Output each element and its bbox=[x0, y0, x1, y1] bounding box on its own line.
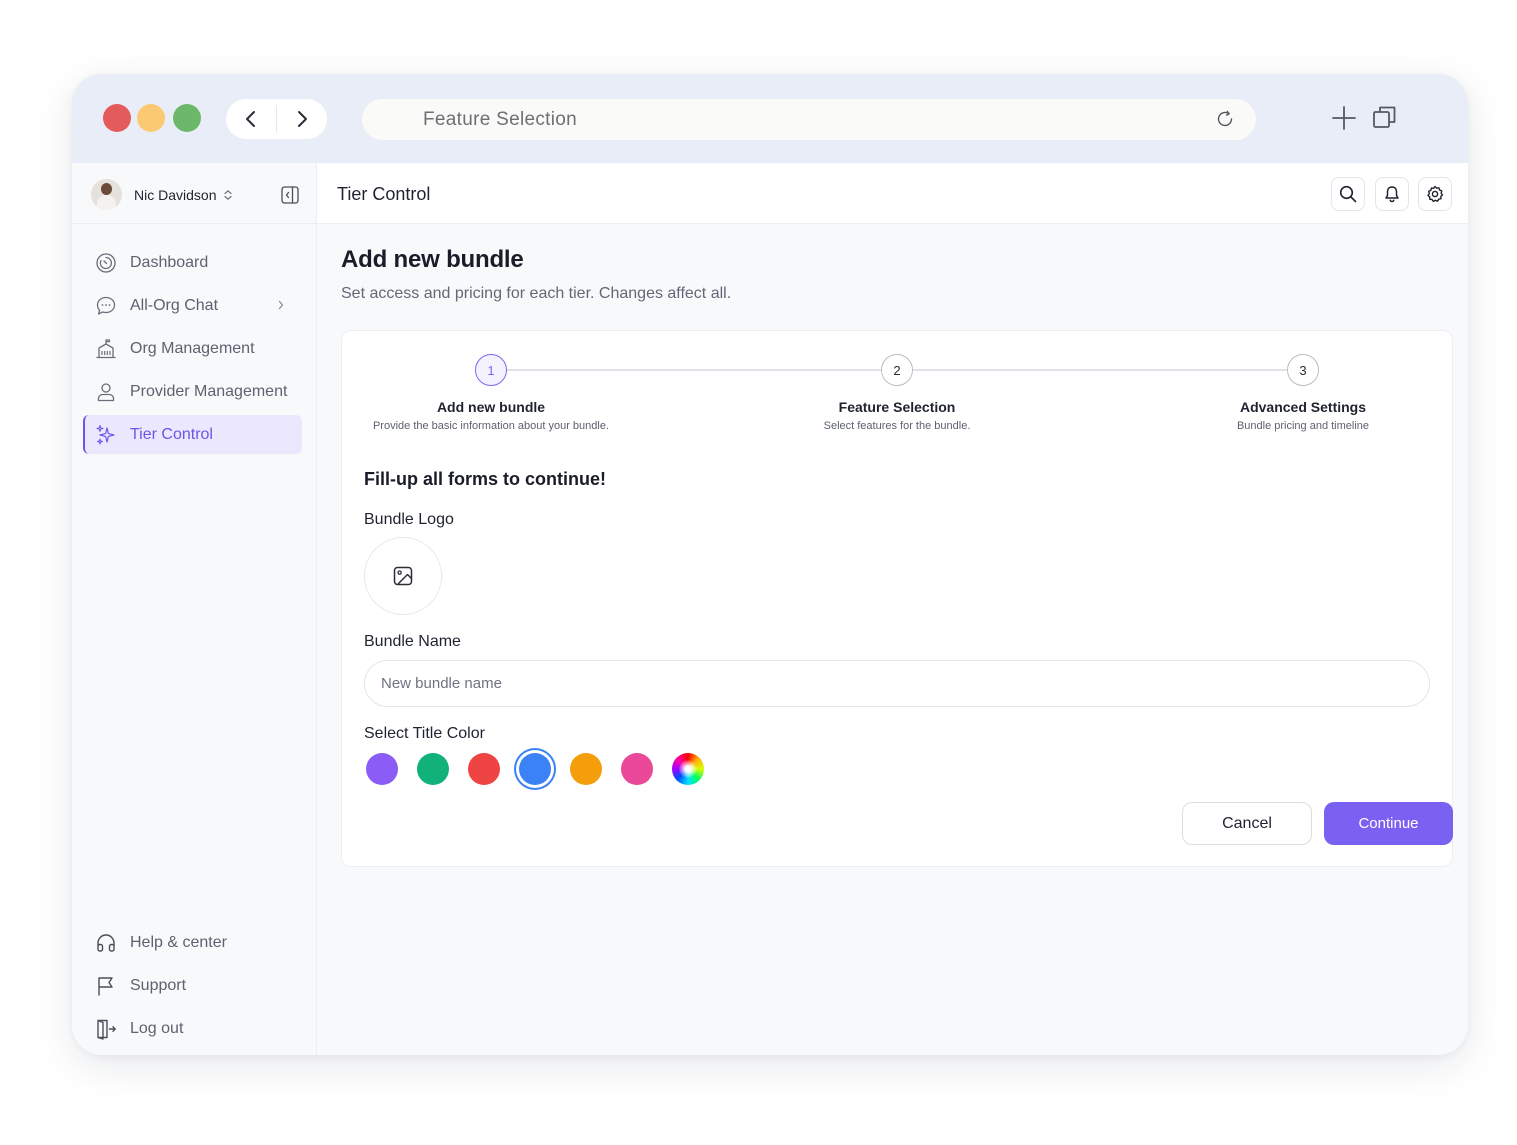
page-header: Tier Control bbox=[317, 163, 1468, 224]
chevron-up-down-icon bbox=[223, 188, 233, 206]
cancel-button[interactable]: Cancel bbox=[1182, 802, 1312, 845]
plus-icon bbox=[1332, 106, 1356, 130]
sidebar-nav: Dashboard All-Org Chat Org Management Pr… bbox=[83, 243, 302, 458]
chat-icon bbox=[95, 295, 117, 317]
headphones-icon bbox=[95, 932, 117, 954]
color-swatch-orange[interactable] bbox=[570, 753, 602, 785]
sidebar-item-help-center[interactable]: Help & center bbox=[83, 923, 302, 962]
gear-icon bbox=[1427, 185, 1444, 203]
step-2-label: Feature Selection bbox=[838, 399, 956, 415]
header-title: Tier Control bbox=[337, 184, 431, 204]
sidebar-item-all-org-chat[interactable]: All-Org Chat bbox=[83, 286, 302, 325]
form-heading: Fill-up all forms to continue! bbox=[364, 469, 606, 489]
step-1-description: Provide the basic information about your… bbox=[372, 420, 610, 432]
bundle-logo-upload[interactable] bbox=[364, 537, 442, 615]
sidebar-item-provider-management[interactable]: Provider Management bbox=[83, 372, 302, 411]
sidebar-item-logout[interactable]: Log out bbox=[83, 1009, 302, 1048]
sidebar-item-label: Log out bbox=[130, 1019, 184, 1037]
bundle-name-label: Bundle Name bbox=[364, 633, 461, 650]
step-number: 1 bbox=[487, 362, 495, 378]
image-icon bbox=[393, 566, 413, 586]
reload-button[interactable] bbox=[1215, 109, 1235, 134]
step-3-indicator: 3 bbox=[1287, 354, 1319, 386]
user-name: Nic Davidson bbox=[134, 187, 217, 203]
sidebar-item-label: All-Org Chat bbox=[130, 296, 219, 314]
main-content: Add new bundle Set access and pricing fo… bbox=[317, 224, 1468, 1055]
collapse-sidebar-button[interactable] bbox=[281, 186, 299, 209]
color-swatch-blue[interactable] bbox=[519, 753, 551, 785]
step-number: 3 bbox=[1299, 362, 1307, 378]
color-swatch-green[interactable] bbox=[417, 753, 449, 785]
sidebar-item-dashboard[interactable]: Dashboard bbox=[83, 243, 302, 282]
stepper-connector bbox=[912, 369, 1287, 371]
user-icon bbox=[95, 381, 117, 403]
user-switcher[interactable]: Nic Davidson bbox=[72, 163, 316, 224]
reload-icon bbox=[1217, 110, 1233, 127]
browser-toolbar: Feature Selection bbox=[72, 74, 1468, 163]
sidebar: Nic Davidson Dashboard All-Org Chat Org … bbox=[72, 163, 317, 1055]
stepper-connector bbox=[506, 369, 881, 371]
window-actions bbox=[1330, 104, 1398, 137]
logout-icon bbox=[95, 1018, 117, 1040]
history-nav bbox=[226, 99, 327, 139]
address-bar[interactable]: Feature Selection bbox=[362, 99, 1256, 140]
address-text: Feature Selection bbox=[423, 109, 578, 130]
settings-button[interactable] bbox=[1418, 177, 1452, 211]
sparkles-icon bbox=[95, 424, 117, 446]
avatar bbox=[91, 179, 122, 210]
minimize-window-button[interactable] bbox=[137, 104, 165, 132]
browser-window: Feature Selection Nic Davidson Dashboard… bbox=[72, 74, 1468, 1055]
chevron-right-icon bbox=[277, 298, 285, 316]
chevron-left-icon bbox=[246, 111, 255, 127]
bundle-form-card: 1 2 3 Add new bundle Provide the basic i… bbox=[341, 330, 1453, 867]
step-3-label: Advanced Settings bbox=[1239, 399, 1367, 415]
color-swatch-purple[interactable] bbox=[366, 753, 398, 785]
copy-windows-icon bbox=[1373, 106, 1396, 128]
new-tab-button[interactable] bbox=[1330, 104, 1358, 137]
avatar-body bbox=[97, 195, 116, 210]
chevron-right-icon bbox=[297, 111, 307, 127]
flag-icon bbox=[95, 975, 117, 997]
building-icon bbox=[95, 338, 117, 360]
sidebar-collapse-icon bbox=[281, 186, 299, 204]
sidebar-item-label: Dashboard bbox=[130, 253, 209, 271]
tabs-overview-button[interactable] bbox=[1372, 104, 1398, 137]
sidebar-item-support[interactable]: Support bbox=[83, 966, 302, 1005]
color-swatch-pink[interactable] bbox=[621, 753, 653, 785]
forward-button[interactable] bbox=[277, 99, 327, 139]
search-icon bbox=[1339, 185, 1357, 203]
sidebar-item-label: Tier Control bbox=[130, 425, 213, 443]
continue-button[interactable]: Continue bbox=[1324, 802, 1453, 845]
sidebar-item-tier-control[interactable]: Tier Control bbox=[83, 415, 302, 454]
sidebar-item-label: Provider Management bbox=[130, 382, 288, 400]
notifications-button[interactable] bbox=[1375, 177, 1409, 211]
color-swatch-red[interactable] bbox=[468, 753, 500, 785]
step-number: 2 bbox=[893, 362, 901, 378]
bundle-logo-label: Bundle Logo bbox=[364, 511, 454, 528]
sidebar-item-label: Support bbox=[130, 976, 187, 994]
page-title: Add new bundle bbox=[341, 246, 524, 273]
back-button[interactable] bbox=[226, 99, 276, 139]
color-swatches bbox=[366, 753, 723, 785]
sidebar-item-label: Help & center bbox=[130, 933, 227, 951]
custom-color-picker[interactable] bbox=[672, 753, 704, 785]
step-1-label: Add new bundle bbox=[436, 399, 546, 415]
dashboard-icon bbox=[95, 252, 117, 274]
sidebar-item-org-management[interactable]: Org Management bbox=[83, 329, 302, 368]
bell-icon bbox=[1385, 186, 1399, 203]
step-3-description: Bundle pricing and timeline bbox=[1236, 420, 1370, 432]
page-subtitle: Set access and pricing for each tier. Ch… bbox=[341, 285, 732, 302]
step-1-indicator: 1 bbox=[475, 354, 507, 386]
step-2-description: Select features for the bundle. bbox=[823, 420, 971, 432]
search-button[interactable] bbox=[1331, 177, 1365, 211]
close-window-button[interactable] bbox=[103, 104, 131, 132]
maximize-window-button[interactable] bbox=[173, 104, 201, 132]
sidebar-footer-nav: Help & center Support Log out bbox=[83, 923, 302, 1052]
step-2-indicator: 2 bbox=[881, 354, 913, 386]
title-color-label: Select Title Color bbox=[364, 725, 485, 742]
bundle-name-input[interactable] bbox=[364, 660, 1430, 707]
avatar-head bbox=[101, 183, 112, 195]
sidebar-item-label: Org Management bbox=[130, 339, 255, 357]
